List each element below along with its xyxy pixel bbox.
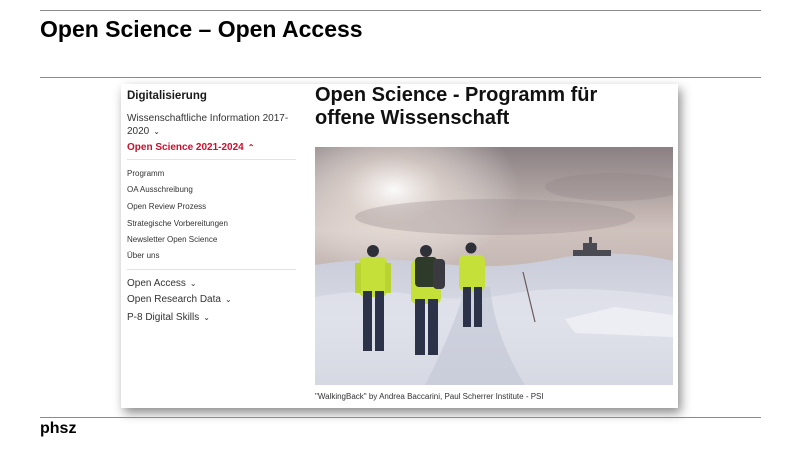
sidebar-heading: Digitalisierung [127,90,207,102]
top-rule [40,10,761,11]
sidebar-subitem-ueber-uns[interactable]: Über uns [127,251,159,260]
chevron-down-icon: ⌄ [153,127,160,136]
sidebar-item-label: Open Research Data [127,294,221,305]
image-caption: "WalkingBack" by Andrea Baccarini, Paul … [315,392,544,401]
sidebar-item-open-access[interactable]: Open Access ⌄ [127,277,295,290]
sidebar-item-p8-digital-skills[interactable]: P-8 Digital Skills ⌄ [127,311,295,324]
sidebar-subitem-oa-ausschreibung[interactable]: OA Ausschreibung [127,185,193,194]
hero-image-arctic-walkers [315,147,673,385]
page-title: Open Science - Programm für offene Wisse… [315,84,598,129]
sidebar-item-label: Open Science 2021-2024 [127,142,244,153]
sidebar-item-label: P-8 Digital Skills [127,312,200,323]
sidebar-divider [127,269,296,270]
sidebar-item-label: Open Access [127,278,186,289]
chevron-down-icon: ⌄ [189,279,197,288]
chevron-down-icon: ⌄ [203,313,210,322]
walker-back [433,259,445,289]
sidebar-divider [127,159,296,160]
website-screenshot: Digitalisierung Wissenschaftliche Inform… [121,84,678,408]
chevron-up-icon: ⌃ [247,143,255,152]
phsz-logo: phsz [40,420,77,437]
sidebar-item-open-research-data[interactable]: Open Research Data ⌄ [127,293,295,306]
sidebar-subitem-newsletter-open-science[interactable]: Newsletter Open Science [127,235,217,244]
sidebar-subitem-strategische-vorbereitungen[interactable]: Strategische Vorbereitungen [127,219,228,228]
sidebar-item-label: Wissenschaftliche Information 2017-2020 [127,113,289,137]
slide-title: Open Science – Open Access [40,16,363,42]
sidebar-subitem-open-review-prozess[interactable]: Open Review Prozess [127,202,206,211]
sidebar-item-wissenschaftliche-information[interactable]: Wissenschaftliche Information 2017-2020 ⌄ [127,112,295,138]
chevron-down-icon: ⌄ [224,295,232,304]
title-rule [40,77,761,78]
footer-rule [40,417,761,418]
sidebar-item-open-science-2021-2024[interactable]: Open Science 2021-2024 ⌃ [127,141,295,154]
sidebar-subitem-programm[interactable]: Programm [127,169,164,178]
